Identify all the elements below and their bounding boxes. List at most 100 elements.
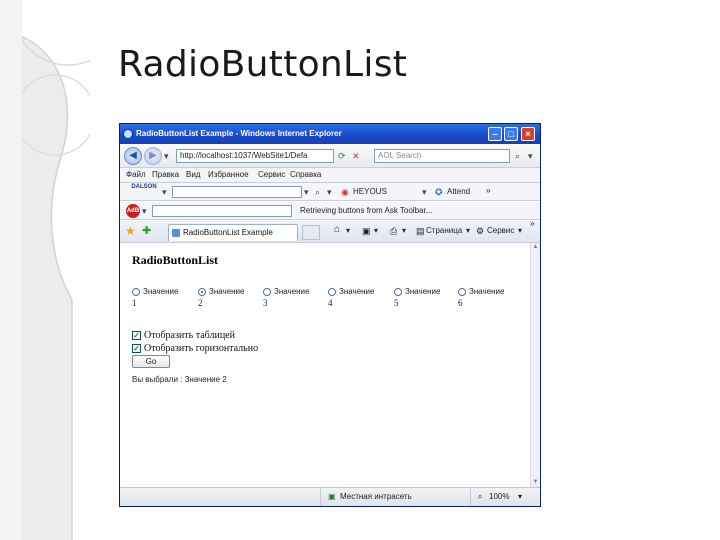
toolbar-field-label[interactable]: HEYOUS: [353, 187, 387, 196]
scroll-down-arrow-icon[interactable]: ▼: [531, 478, 540, 487]
feeds-icon[interactable]: ▣: [362, 226, 371, 237]
refresh-icon[interactable]: ⟳: [338, 150, 346, 162]
radio-option-1[interactable]: Значение 1: [132, 287, 198, 312]
toolbar-field-dropdown-icon[interactable]: ▾: [422, 186, 427, 198]
radio-label: Значение: [469, 287, 505, 296]
checkbox-checked[interactable]: ✓: [132, 344, 141, 353]
zoom-icon: ⌕: [478, 492, 483, 501]
vertical-scrollbar[interactable]: ▲ ▼: [530, 243, 540, 487]
print-dropdown-icon[interactable]: ▾: [402, 226, 406, 235]
radio-button[interactable]: [458, 288, 466, 296]
zoom-level[interactable]: 100%: [489, 492, 509, 501]
checkbox-label: Отобразить таблицей: [144, 330, 235, 341]
radio-label: Значение: [143, 287, 179, 296]
window-title: RadioButtonList Example - Windows Intern…: [136, 129, 342, 138]
radio-button[interactable]: [328, 288, 336, 296]
radio-option-4[interactable]: Значение 4: [328, 287, 394, 312]
checkbox-table[interactable]: ✓ Отобразить таблицей: [132, 330, 302, 341]
home-dropdown-icon[interactable]: ▾: [346, 226, 350, 235]
toolbar-search-input[interactable]: [172, 186, 302, 198]
menu-tools[interactable]: Сервис: [258, 170, 285, 179]
page-menu-dropdown-icon[interactable]: ▾: [466, 226, 470, 235]
tab-radiobuttonlist[interactable]: RadioButtonList Example: [168, 224, 298, 241]
menu-edit[interactable]: Правка: [152, 170, 179, 179]
history-dropdown-icon[interactable]: ▾: [164, 150, 169, 162]
radio-option-3[interactable]: Значение 3: [263, 287, 329, 312]
navigation-bar: ◀ ▶ ▾ http://localhost:1037/WebSite1/Def…: [120, 144, 540, 168]
home-icon[interactable]: ⌂: [334, 224, 340, 235]
go-button[interactable]: Go: [132, 355, 170, 368]
minimize-button[interactable]: –: [488, 127, 502, 141]
slide-decoration: [0, 0, 90, 540]
toolbar-dropdown-icon[interactable]: ▾: [162, 186, 167, 198]
radio-number: 1: [132, 298, 137, 308]
stop-icon[interactable]: ✕: [352, 150, 360, 162]
checkbox-checked[interactable]: ✓: [132, 331, 141, 340]
security-zone: Местная интрасеть: [340, 492, 412, 501]
tools-menu[interactable]: Сервис: [487, 226, 514, 235]
ask-dropdown-icon[interactable]: ▾: [142, 205, 147, 217]
print-icon[interactable]: ⎙: [390, 226, 397, 237]
address-input[interactable]: http://localhost:1037/WebSite1/Defa: [176, 149, 334, 163]
toolbar-more-chevron[interactable]: »: [486, 186, 490, 195]
toolbar-extra-label[interactable]: Attend: [447, 187, 470, 196]
status-divider: [470, 488, 471, 506]
radio-label: Значение: [274, 287, 310, 296]
radio-button[interactable]: [263, 288, 271, 296]
status-divider: [320, 488, 321, 506]
search-options-icon[interactable]: ▾: [528, 150, 533, 162]
toolbar-search-icon[interactable]: ⌕: [315, 186, 320, 198]
toolbar-dalson: DALSON ▾ ▾ ⌕ ▾ ◉ HEYOUS ▾ ✪ Attend »: [120, 183, 540, 201]
favorites-star-icon[interactable]: ★: [125, 224, 136, 238]
ask-search-input[interactable]: [152, 205, 292, 217]
ask-status-text: Retrieving buttons from Ask Toolbar...: [300, 206, 433, 215]
tools-menu-dropdown-icon[interactable]: ▾: [518, 226, 522, 235]
tab-bar: ★ ✚ RadioButtonList Example ⌂ ▾ ▣ ▾ ⎙ ▾ …: [120, 219, 540, 243]
maximize-button[interactable]: □: [504, 127, 518, 141]
toolbar-app-icon[interactable]: ◉: [341, 186, 349, 198]
ask-logo: AdB: [126, 204, 140, 218]
radio-label: Значение: [339, 287, 375, 296]
toolbar-menu-icon[interactable]: ▾: [327, 186, 332, 198]
scroll-up-arrow-icon[interactable]: ▲: [531, 243, 540, 252]
radio-option-2[interactable]: Значение 2: [198, 287, 264, 312]
feeds-dropdown-icon[interactable]: ▾: [374, 226, 378, 235]
toolbar-options-icon[interactable]: ▾: [304, 186, 309, 198]
radio-button-selected[interactable]: [198, 288, 206, 296]
menu-favorites[interactable]: Избранное: [208, 170, 249, 179]
zone-icon: ▣: [328, 492, 336, 501]
radio-label: Значение: [209, 287, 245, 296]
search-icon[interactable]: ⌕: [515, 150, 520, 162]
menu-view[interactable]: Вид: [186, 170, 200, 179]
menu-help[interactable]: Справка: [290, 170, 321, 179]
tools-menu-icon: ⚙: [476, 226, 485, 236]
radio-number: 6: [458, 298, 463, 308]
window-titlebar: RadioButtonList Example - Windows Intern…: [120, 124, 540, 144]
radio-option-5[interactable]: Значение 5: [394, 287, 460, 312]
zoom-dropdown-icon[interactable]: ▾: [518, 492, 522, 501]
page-icon: [172, 229, 180, 237]
radio-number: 2: [198, 298, 203, 308]
search-input[interactable]: AOL Search: [374, 149, 510, 163]
radio-button[interactable]: [132, 288, 140, 296]
attend-icon: ✪: [435, 187, 443, 197]
radio-option-6[interactable]: Значение 6: [458, 287, 524, 312]
radio-button[interactable]: [394, 288, 402, 296]
browser-window: RadioButtonList Example - Windows Intern…: [119, 123, 541, 507]
new-tab-button[interactable]: [302, 225, 320, 240]
add-favorites-icon[interactable]: ✚: [142, 224, 151, 237]
tabbar-more-chevron[interactable]: »: [530, 219, 534, 228]
page-content: RadioButtonList Значение 1 Значение 2 Зн…: [120, 243, 530, 487]
dalson-logo: DALSON: [131, 184, 157, 190]
radio-number: 3: [263, 298, 268, 308]
checkbox-label: Отобразить горизонтально: [144, 343, 259, 354]
result-text: Вы выбрали : Значение 2: [132, 375, 227, 384]
radio-label: Значение: [405, 287, 441, 296]
page-menu[interactable]: Страница: [426, 226, 462, 235]
menu-file[interactable]: Файл: [126, 170, 146, 179]
forward-button[interactable]: ▶: [144, 147, 162, 165]
checkbox-horizontal[interactable]: ✓ Отобразить горизонтально: [132, 343, 302, 354]
close-button[interactable]: ×: [521, 127, 535, 141]
radio-number: 5: [394, 298, 399, 308]
back-button[interactable]: ◀: [124, 147, 142, 165]
